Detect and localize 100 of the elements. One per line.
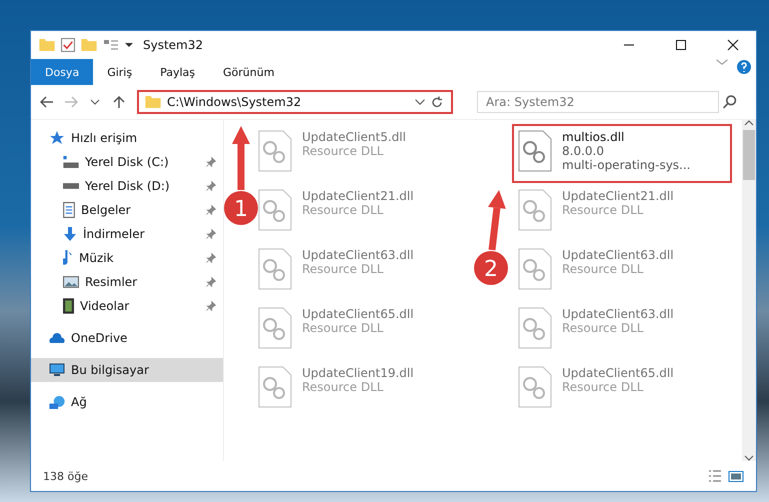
- pin-icon: [205, 276, 217, 288]
- folder-icon: [39, 39, 55, 51]
- file-name: UpdateClient65.dll: [562, 366, 674, 380]
- film-icon: [63, 298, 74, 314]
- file-detail: Resource DLL: [302, 203, 384, 217]
- drive-icon: [63, 183, 79, 189]
- file-description: multi-operating-sys...: [562, 158, 690, 172]
- file-name: UpdateClient21.dll: [302, 189, 414, 203]
- gear-file-icon: [258, 366, 292, 408]
- window-title: System32: [143, 38, 204, 52]
- file-name: UpdateClient5.dll: [302, 130, 406, 144]
- callout-number: 2: [484, 257, 498, 282]
- sidebar-item[interactable]: OneDrive: [31, 326, 223, 350]
- file-detail: Resource DLL: [562, 321, 644, 335]
- gear-file-icon: [258, 248, 292, 290]
- file-item[interactable]: UpdateClient19.dll Resource DLL: [252, 360, 472, 419]
- file-name: UpdateClient63.dll: [562, 248, 674, 262]
- file-name: UpdateClient63.dll: [302, 248, 414, 262]
- chevron-down-icon: [716, 59, 728, 65]
- file-detail: Resource DLL: [302, 380, 384, 394]
- file-name: UpdateClient21.dll: [562, 189, 674, 203]
- callout-arrow: [232, 126, 250, 190]
- maximize-icon: [675, 39, 687, 51]
- search-field[interactable]: Ara: System32: [477, 91, 719, 113]
- refresh-icon: [431, 96, 443, 108]
- gear-file-icon: [518, 366, 552, 408]
- file-detail: Resource DLL: [302, 321, 384, 335]
- image-icon: [63, 276, 79, 288]
- gear-file-icon: [258, 130, 292, 172]
- sidebar-item[interactable]: Belgeler: [31, 198, 223, 222]
- caret-icon: [90, 99, 100, 105]
- file-detail: Resource DLL: [562, 380, 644, 394]
- file-detail: Resource DLL: [302, 144, 384, 158]
- folder-icon: [81, 39, 97, 51]
- pin-icon: [205, 228, 217, 240]
- search-icon: [723, 95, 737, 109]
- chevron-down-icon: [415, 99, 425, 105]
- file-item[interactable]: UpdateClient65.dll Resource DLL: [252, 301, 472, 360]
- close-icon: [727, 39, 739, 51]
- file-item[interactable]: UpdateClient5.dll Resource DLL: [252, 124, 472, 183]
- file-item[interactable]: UpdateClient63.dll Resource DLL: [512, 242, 732, 301]
- file-item[interactable]: multios.dll 8.0.0.0 multi-operating-sys...: [512, 124, 732, 183]
- gear-file-icon: [518, 130, 552, 172]
- sidebar-item[interactable]: İndirmeler: [31, 222, 223, 246]
- document-icon: [63, 202, 75, 218]
- network-icon: [49, 396, 65, 408]
- drive-icon: [63, 156, 79, 168]
- pin-icon: [205, 204, 217, 216]
- sidebar-item[interactable]: Bu bilgisayar: [31, 358, 223, 382]
- details-view-icon: [708, 470, 722, 482]
- sidebar-item[interactable]: Yerel Disk (D:): [31, 174, 223, 198]
- gear-file-icon: [518, 248, 552, 290]
- file-item[interactable]: UpdateClient65.dll Resource DLL: [512, 360, 732, 419]
- file-detail: 8.0.0.0: [562, 144, 605, 158]
- sidebar-item[interactable]: Ağ: [31, 390, 223, 414]
- callout-badge: [224, 191, 258, 225]
- dropdown-icon: [125, 43, 133, 47]
- gear-file-icon: [518, 307, 552, 349]
- gear-file-icon: [258, 307, 292, 349]
- file-item[interactable]: UpdateClient63.dll Resource DLL: [512, 301, 732, 360]
- sidebar-item[interactable]: Yerel Disk (C:): [31, 150, 223, 174]
- sidebar-item[interactable]: Resimler: [31, 270, 223, 294]
- star-icon: [49, 130, 65, 146]
- download-icon: [63, 226, 77, 242]
- callout-number: 1: [234, 197, 248, 222]
- sidebar-item[interactable]: Müzik: [31, 246, 223, 270]
- file-item[interactable]: UpdateClient21.dll Resource DLL: [512, 183, 732, 242]
- ribbon-tab[interactable]: Dosya: [31, 59, 94, 85]
- cloud-icon: [49, 333, 65, 343]
- scrollbar[interactable]: [742, 120, 756, 461]
- scroll-down-icon: [744, 455, 754, 461]
- forward-arrow-icon: [64, 96, 78, 108]
- tiles-view-icon: [728, 470, 744, 482]
- help-icon: [736, 59, 752, 75]
- pin-icon: [205, 300, 217, 312]
- callout-badge: [474, 251, 508, 285]
- file-name: UpdateClient19.dll: [302, 366, 414, 380]
- folder-icon: [145, 96, 161, 108]
- file-name: UpdateClient65.dll: [302, 307, 414, 321]
- sidebar-item[interactable]: Videolar: [31, 294, 223, 318]
- scroll-up-icon: [744, 120, 754, 126]
- file-name: UpdateClient63.dll: [562, 307, 674, 321]
- pin-icon: [205, 156, 217, 168]
- item-count: 138 öğe: [43, 470, 89, 482]
- file-detail: Resource DLL: [562, 203, 644, 217]
- file-item[interactable]: UpdateClient21.dll Resource DLL: [252, 183, 472, 242]
- sidebar-item[interactable]: Hızlı erişim: [31, 126, 223, 150]
- view-icon: [103, 40, 119, 50]
- address-bar[interactable]: C:\Windows\System32: [137, 90, 453, 114]
- pin-icon: [205, 252, 217, 264]
- callout-arrow: [488, 190, 506, 250]
- pin-icon: [205, 180, 217, 192]
- monitor-icon: [49, 363, 65, 377]
- file-item[interactable]: UpdateClient63.dll Resource DLL: [252, 242, 472, 301]
- back-arrow-icon: [40, 96, 54, 108]
- scroll-thumb[interactable]: [743, 130, 755, 180]
- file-name: multios.dll: [562, 130, 626, 144]
- gear-file-icon: [518, 189, 552, 231]
- up-arrow-icon: [113, 95, 125, 109]
- file-detail: Resource DLL: [302, 262, 384, 276]
